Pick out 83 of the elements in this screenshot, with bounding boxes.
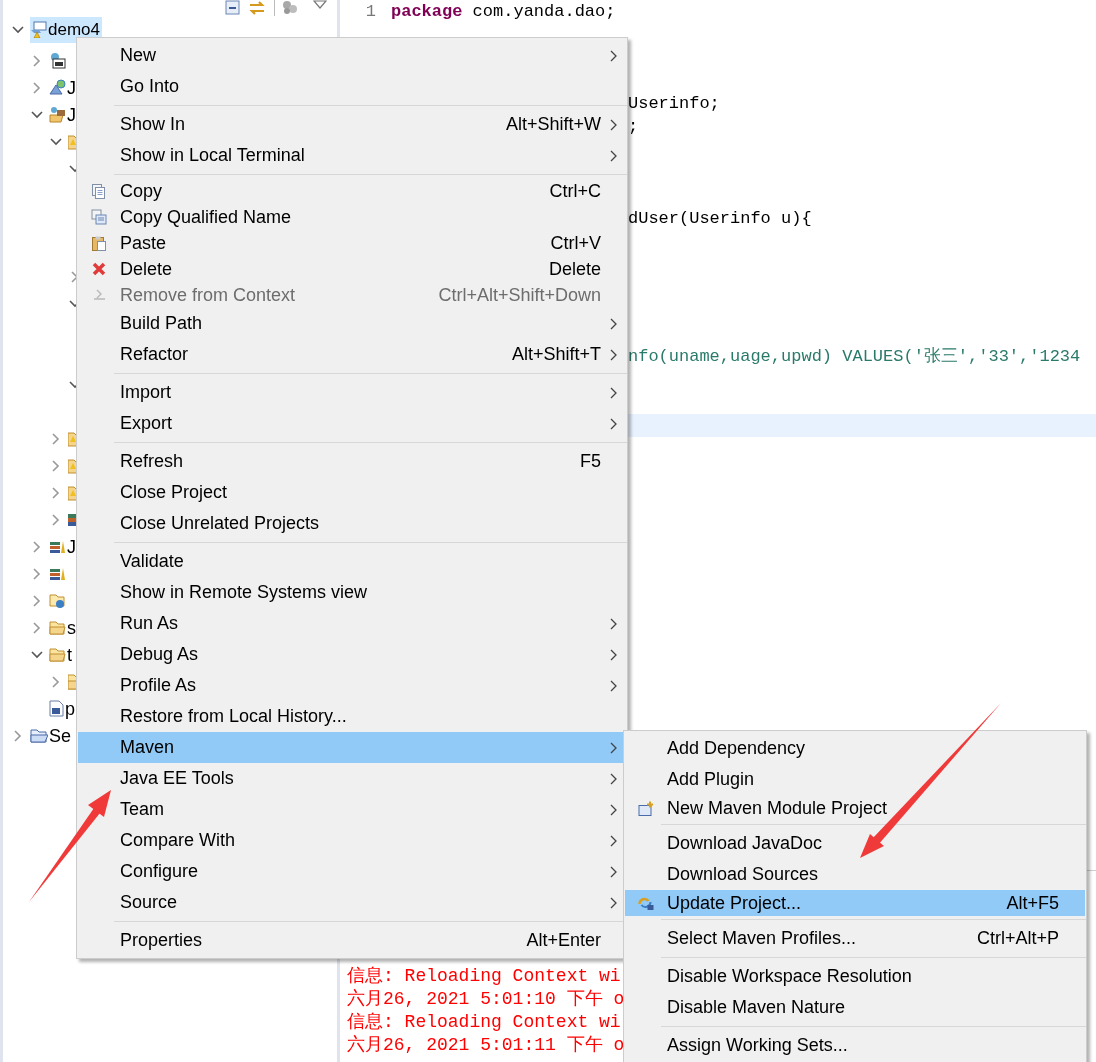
menu-item[interactable]: Add Plugin (625, 764, 1085, 795)
code-line: Userinfo; (628, 92, 720, 115)
remove-icon (92, 289, 106, 301)
refresh-icon (638, 896, 654, 910)
menu-item[interactable]: Source (78, 887, 626, 918)
folder-icon (30, 727, 48, 744)
chevron-right-icon (609, 803, 618, 816)
chevron-right-icon[interactable] (14, 729, 22, 742)
menu-item[interactable]: Add Dependency (625, 733, 1085, 764)
menu-item[interactable]: Disable Maven Nature (625, 992, 1085, 1023)
chevron-right-icon[interactable] (52, 513, 60, 526)
console-line: 信息: Reloading Context wi (347, 1011, 621, 1034)
menu-item[interactable]: New Maven Module Project (625, 795, 1085, 821)
chevron-down-icon[interactable] (31, 650, 43, 659)
chevron-down-icon[interactable] (12, 25, 24, 34)
module-icon (638, 800, 654, 816)
chevron-right-icon (609, 896, 618, 909)
chevron-right-icon (609, 348, 618, 361)
chevron-right-icon[interactable] (52, 486, 60, 499)
tree-item[interactable]: J (49, 533, 78, 560)
menu-item[interactable]: Maven (78, 732, 626, 763)
code-line: ; (628, 115, 639, 138)
tree-item[interactable]: Se (30, 722, 74, 749)
paste-icon (91, 235, 107, 251)
project-icon (30, 21, 47, 38)
chevron-right-icon (609, 49, 618, 62)
menu-item[interactable]: Download JavaDoc (625, 828, 1085, 859)
chevron-right-icon (609, 648, 618, 661)
folder-icon (49, 619, 66, 636)
globe-icon (49, 79, 66, 96)
chevron-right-icon[interactable] (33, 567, 41, 580)
chevron-right-icon[interactable] (33, 54, 41, 67)
code-line: package com.yanda.dao; (391, 0, 616, 23)
console-line: 六月26, 2021 5:01:10 下午 o (347, 988, 625, 1011)
chevron-down-icon[interactable] (50, 137, 62, 146)
chevron-right-icon[interactable] (33, 540, 41, 553)
chevron-right-icon[interactable] (33, 621, 41, 634)
tree-item[interactable]: J (49, 101, 78, 128)
chevron-right-icon[interactable] (52, 432, 60, 445)
folder-box-icon (49, 106, 66, 123)
pom-file-icon (49, 700, 64, 717)
code-line: nfo(uname,uage,upwd) VALUES('张三','33','1234 (628, 345, 1081, 368)
copy-icon (92, 183, 106, 199)
chevron-right-icon[interactable] (52, 675, 60, 688)
menu-item[interactable]: Disable Workspace Resolution (625, 961, 1085, 992)
chevron-right-icon[interactable] (33, 594, 41, 607)
filter-icon[interactable] (283, 0, 297, 14)
code-line: dUser(Userinfo u){ (628, 207, 812, 230)
chevron-right-icon (609, 317, 618, 330)
chevron-right-icon (609, 865, 618, 878)
folder-icon (49, 646, 66, 663)
menu-item[interactable]: Assign Working Sets... (625, 1030, 1085, 1061)
chevron-right-icon (609, 741, 618, 754)
menu-item[interactable]: Select Maven Profiles... Ctrl+Alt+P (625, 923, 1085, 954)
chevron-right-icon (609, 118, 618, 131)
copy-icon (91, 209, 107, 225)
chevron-right-icon (609, 617, 618, 630)
tree-item[interactable]: s (49, 614, 78, 641)
chevron-right-icon[interactable] (52, 459, 60, 472)
console-line: 信息: Reloading Context wi (347, 965, 621, 988)
menu-item[interactable]: Update Project... Alt+F5 (625, 890, 1085, 916)
tree-item[interactable]: p (49, 695, 77, 722)
menu-item[interactable]: Properties Alt+Enter (78, 925, 626, 956)
tree-item[interactable]: demo4 (30, 16, 102, 43)
tree-item[interactable]: J (49, 74, 78, 101)
line-number: 1 (365, 1, 376, 21)
chevron-right-icon (609, 149, 618, 162)
tree-item[interactable]: t (49, 641, 74, 668)
chevron-right-icon[interactable] (33, 81, 41, 94)
collapse-all-icon[interactable] (225, 0, 240, 15)
chevron-right-icon (609, 834, 618, 847)
chevron-right-icon (609, 772, 618, 785)
chevron-right-icon (609, 417, 618, 430)
chevron-down-icon[interactable] (31, 110, 43, 119)
delete-icon (92, 262, 106, 276)
chevron-right-icon[interactable] (71, 270, 79, 283)
chevron-right-icon (609, 386, 618, 399)
view-menu-icon[interactable] (313, 0, 327, 10)
chevron-right-icon (609, 679, 618, 692)
descriptor-icon (49, 52, 66, 69)
folder-globe-icon (49, 592, 66, 609)
console-line: 六月26, 2021 5:01:11 下午 o (347, 1034, 625, 1057)
link-arrows-icon[interactable] (248, 0, 266, 16)
